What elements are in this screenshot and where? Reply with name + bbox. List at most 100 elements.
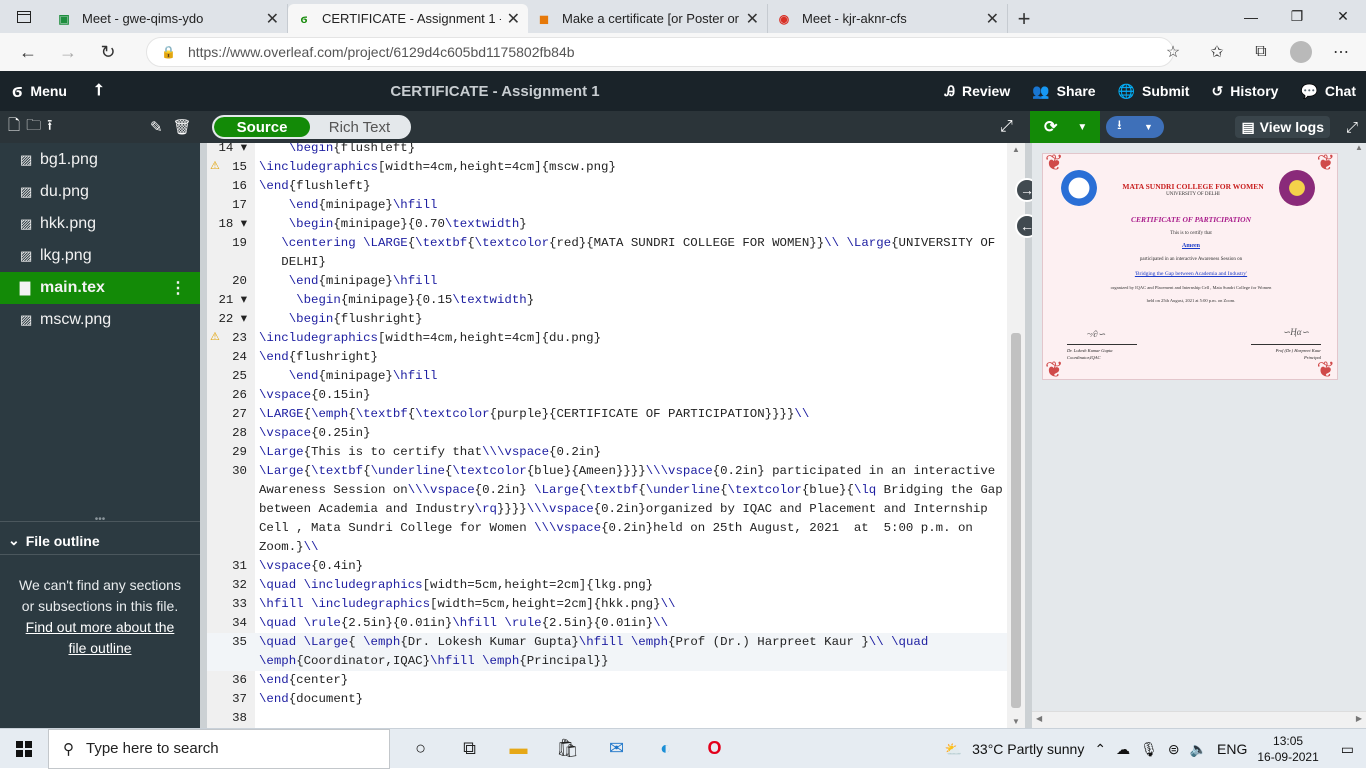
code-line[interactable]: 36 \end{center} bbox=[207, 671, 1007, 690]
code-line[interactable]: 24 \end{flushright} bbox=[207, 348, 1007, 367]
code-line[interactable]: 22 ▾ \begin{flushright} bbox=[207, 310, 1007, 329]
favorites-icon[interactable]: ✩ bbox=[1202, 42, 1232, 62]
code-line[interactable]: 29 \Large{This is to certify that\\\vspac… bbox=[207, 443, 1007, 462]
add-favorite-icon[interactable]: ☆ bbox=[1158, 42, 1188, 62]
file-menu-icon[interactable]: ⋮ bbox=[170, 278, 186, 298]
notifications-icon[interactable]: ▭ bbox=[1341, 741, 1354, 758]
minimize-icon[interactable]: — bbox=[1228, 0, 1274, 33]
code-line[interactable]: 25 \end{minipage}\hfill bbox=[207, 367, 1007, 386]
warning-icon[interactable]: ⚠ bbox=[210, 329, 220, 348]
sidebar-resizer[interactable] bbox=[200, 143, 207, 728]
new-file-icon[interactable]: 🗋 bbox=[8, 115, 20, 140]
collections-icon[interactable]: ⧉ bbox=[1246, 43, 1276, 61]
code-line[interactable]: 37 \end{document} bbox=[207, 690, 1007, 709]
share-button[interactable]: 👥 Share bbox=[1032, 83, 1095, 100]
restore-icon[interactable]: ❐ bbox=[1274, 0, 1320, 33]
taskbar-search-box[interactable]: ⚲ Type here to search bbox=[48, 728, 390, 769]
code-line[interactable]: 21 ▾ \begin{minipage}{0.15\textwidth} bbox=[207, 291, 1007, 310]
recompile-button[interactable]: ⟳ ▼ bbox=[1030, 111, 1100, 143]
resize-handle[interactable]: ••• bbox=[0, 514, 200, 525]
browser-tab[interactable]: ◼ Make a certificate [or Poster or C ✕ bbox=[528, 4, 768, 33]
forward-icon[interactable]: → bbox=[48, 36, 88, 68]
code-line[interactable]: 34 \quad \rule{2.5in}{0.01in}\hfill \rule… bbox=[207, 614, 1007, 633]
tab-actions-icon[interactable] bbox=[0, 0, 48, 33]
submit-button[interactable]: 🌐 Submit bbox=[1118, 83, 1190, 100]
rich-text-mode-button[interactable]: Rich Text bbox=[310, 117, 409, 137]
code-editor[interactable]: 14 ▾ \begin{flushleft} 15 ⚠ \includegraphic… bbox=[207, 143, 1007, 728]
more-options-icon[interactable]: ⋯ bbox=[1326, 42, 1356, 62]
view-logs-button[interactable]: ▤ View logs bbox=[1235, 116, 1330, 138]
expand-pdf-icon[interactable]: ⤢ bbox=[1346, 119, 1358, 136]
file-item[interactable]: ▨ bg1.png bbox=[0, 144, 200, 176]
task-view-icon[interactable]: ⧉ bbox=[445, 729, 494, 769]
browser-tab[interactable]: ◉ Meet - kjr-aknr-cfs ✕ bbox=[768, 4, 1008, 33]
project-title[interactable]: CERTIFICATE - Assignment 1 bbox=[0, 83, 990, 100]
code-line[interactable]: 20 \end{minipage}\hfill bbox=[207, 272, 1007, 291]
code-line[interactable]: 31 \vspace{0.4in} bbox=[207, 557, 1007, 576]
profile-avatar[interactable] bbox=[1290, 41, 1312, 63]
microphone-icon[interactable]: 🎙 bbox=[1140, 741, 1158, 758]
code-line[interactable]: 38 bbox=[207, 709, 1007, 728]
code-line[interactable]: 17 \end{minipage}\hfill bbox=[207, 196, 1007, 215]
editor-scroll-thumb[interactable] bbox=[1011, 333, 1021, 708]
code-line[interactable]: 30 \Large{\textbf{\underline{\textcolor{b… bbox=[207, 462, 1007, 481]
code-line[interactable]: \emph{Coordinator,IQAC}\hfill \emph{Prin… bbox=[207, 652, 1007, 671]
clock[interactable]: 13:05 16-09-2021 bbox=[1257, 733, 1318, 765]
pdf-horizontal-scrollbar[interactable]: ◀ ▶ bbox=[1032, 711, 1366, 728]
tray-chevron-icon[interactable]: ⌃ bbox=[1094, 741, 1106, 758]
onedrive-icon[interactable]: ☁ bbox=[1116, 741, 1130, 758]
file-item[interactable]: ▇ main.tex ⋮ bbox=[0, 272, 200, 304]
code-line[interactable]: Awareness Session on\\\vspace{0.2in} \La… bbox=[207, 481, 1007, 500]
review-button[interactable]: Ꭿ Review bbox=[945, 83, 1010, 100]
code-line[interactable]: 18 ▾ \begin{minipage}{0.70\textwidth} bbox=[207, 215, 1007, 234]
upload-icon[interactable]: ⭱ bbox=[47, 115, 52, 140]
file-item[interactable]: ▨ hkk.png bbox=[0, 208, 200, 240]
expand-editor-icon[interactable]: ⤢ bbox=[1000, 118, 1013, 136]
mail-icon[interactable]: ✉ bbox=[592, 729, 641, 769]
windows-start-icon[interactable] bbox=[0, 729, 48, 769]
browser-tab[interactable]: ϭ CERTIFICATE - Assignment 1 - Ov ✕ bbox=[288, 4, 528, 33]
file-item[interactable]: ▨ du.png bbox=[0, 176, 200, 208]
code-line[interactable]: 35 \quad \Large{ \emph{Dr. Lokesh Kumar G… bbox=[207, 633, 1007, 652]
close-tab-icon[interactable]: ✕ bbox=[266, 9, 279, 29]
refresh-icon[interactable]: ↻ bbox=[88, 36, 128, 68]
pdf-scrollbar[interactable]: ▲ bbox=[1354, 143, 1364, 711]
code-line[interactable]: 32 \quad \includegraphics[width=5cm,heigh… bbox=[207, 576, 1007, 595]
wifi-icon[interactable]: ⊜ bbox=[1168, 741, 1180, 758]
code-line[interactable]: 33 \hfill \includegraphics[width=5cm,heig… bbox=[207, 595, 1007, 614]
rename-icon[interactable]: ✎ bbox=[150, 118, 163, 136]
close-window-icon[interactable]: ✕ bbox=[1320, 0, 1366, 33]
code-line[interactable]: 28 \vspace{0.25in} bbox=[207, 424, 1007, 443]
certificate-pdf-page[interactable]: ❦ ❦ ❦ ❦ MATA SUNDRI COLLEGE FOR WOMEN UN… bbox=[1042, 150, 1338, 382]
outline-help-link[interactable]: Find out more about the file outline bbox=[0, 617, 200, 659]
warning-icon[interactable]: ⚠ bbox=[210, 158, 220, 177]
download-pdf-button[interactable]: ⭳ ▼ bbox=[1106, 116, 1164, 138]
history-button[interactable]: ↺ History bbox=[1211, 83, 1278, 100]
file-outline-header[interactable]: ⌄ File outline bbox=[0, 527, 200, 555]
code-line[interactable]: 23 ⚠ \includegraphics[width=4cm,height=4cm… bbox=[207, 329, 1007, 348]
edge-icon[interactable]: ◐ bbox=[641, 729, 690, 769]
recompile-dropdown-icon[interactable]: ▼ bbox=[1077, 122, 1087, 133]
close-tab-icon[interactable]: ✕ bbox=[986, 9, 999, 29]
weather-text[interactable]: 33°C Partly sunny bbox=[972, 741, 1084, 757]
code-line[interactable]: Zoom.}\\ bbox=[207, 538, 1007, 557]
volume-icon[interactable]: 🔈 bbox=[1190, 741, 1207, 758]
chat-button[interactable]: 💬 Chat bbox=[1300, 83, 1356, 100]
delete-icon[interactable]: 🗑 bbox=[173, 118, 192, 136]
store-icon[interactable]: 🛍 bbox=[543, 729, 592, 769]
code-line[interactable]: 16 \end{flushleft} bbox=[207, 177, 1007, 196]
code-line[interactable]: 19 \centering \LARGE{\textbf{\textcolor{… bbox=[207, 234, 1007, 253]
close-tab-icon[interactable]: ✕ bbox=[507, 9, 520, 29]
source-mode-button[interactable]: Source bbox=[214, 117, 310, 137]
browser-tab[interactable]: ▣ Meet - gwe-qims-ydo ✕ bbox=[48, 4, 288, 33]
new-tab-button[interactable]: + bbox=[1008, 4, 1040, 33]
url-field[interactable]: 🔒 https://www.overleaf.com/project/6129d… bbox=[146, 37, 1174, 67]
language-indicator[interactable]: ENG bbox=[1217, 741, 1247, 757]
download-dropdown-icon[interactable]: ▼ bbox=[1144, 122, 1153, 132]
file-explorer-icon[interactable]: ▬ bbox=[494, 729, 543, 769]
weather-icon[interactable]: ⛅ bbox=[945, 741, 962, 758]
new-folder-icon[interactable]: 🗀 bbox=[26, 115, 41, 140]
code-line[interactable]: 14 ▾ \begin{flushleft} bbox=[207, 143, 1007, 158]
code-line[interactable]: 27 \LARGE{\emph{\textbf{\textcolor{purple… bbox=[207, 405, 1007, 424]
code-line[interactable]: 26 \vspace{0.15in} bbox=[207, 386, 1007, 405]
